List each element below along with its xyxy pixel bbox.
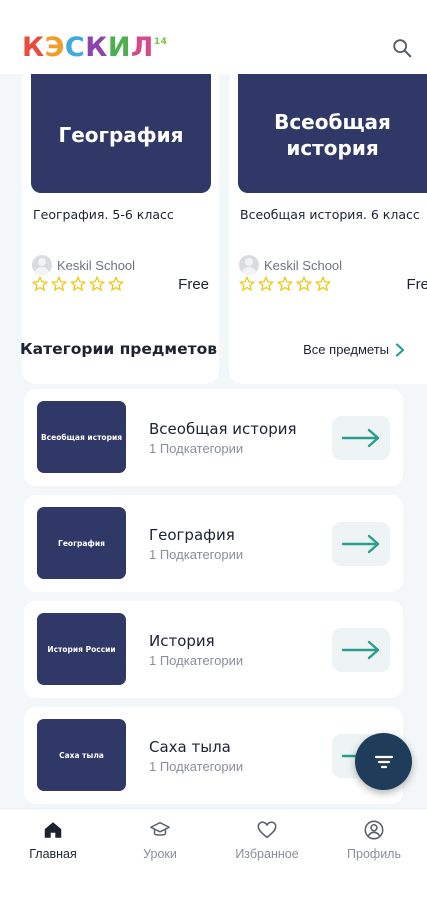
logo-letter: И [107, 32, 131, 63]
app-logo[interactable]: КЭСКИЛ14 [22, 33, 167, 63]
home-icon [44, 822, 62, 838]
logo-letter: Л [130, 32, 154, 63]
open-category-button[interactable] [332, 522, 390, 566]
course-author: Keskil School [32, 255, 135, 275]
star-icon [89, 276, 105, 292]
course-card[interactable]: Всеобщая история Всеобщая история. 6 кла… [229, 74, 427, 384]
category-thumbnail: Всеобщая история [37, 401, 126, 473]
category-subcount: 1 Подкатегории [149, 547, 244, 562]
category-subcount: 1 Подкатегории [149, 441, 244, 456]
nav-item-profile[interactable]: Профиль [324, 819, 424, 861]
course-thumbnail: Всеобщая история [238, 74, 427, 193]
open-category-button[interactable] [332, 628, 390, 672]
star-icon [315, 276, 331, 292]
logo-letter: Э [44, 32, 65, 63]
category-thumbnail: История России [37, 613, 126, 685]
categories-title: Категории предметов [20, 340, 218, 358]
star-icon [70, 276, 86, 292]
course-author: Keskil School [239, 255, 342, 275]
rating-stars [239, 276, 331, 292]
nav-label: Главная [29, 847, 77, 861]
category-name: Саха тыла [149, 738, 231, 756]
course-price: Fre [406, 276, 427, 293]
heart-icon [257, 821, 277, 839]
course-price: Free [178, 276, 209, 293]
nav-item-home[interactable]: Главная [3, 819, 103, 861]
category-name: История [149, 632, 215, 650]
all-subjects-link[interactable]: Все предметы [303, 342, 405, 357]
star-icon [108, 276, 124, 292]
author-name: Keskil School [57, 257, 136, 273]
course-title: Всеобщая история. 6 класс [240, 207, 420, 222]
course-card[interactable]: География География. 5-6 класс Keskil Sc… [22, 74, 219, 384]
arrow-right-icon [341, 428, 380, 448]
nav-label: Профиль [347, 847, 401, 861]
category-card[interactable]: География География 1 Подкатегории [24, 495, 403, 592]
filter-button[interactable] [355, 733, 412, 790]
category-card[interactable]: История России История 1 Подкатегории [24, 601, 403, 698]
home-scroll-area[interactable]: География География. 5-6 класс Keskil Sc… [0, 74, 427, 808]
nav-item-lessons[interactable]: Уроки [110, 819, 210, 861]
category-thumbnail: Саха тыла [37, 719, 126, 791]
arrow-right-icon [341, 534, 380, 554]
category-name: География [149, 526, 235, 544]
all-subjects-label: Все предметы [303, 342, 389, 357]
rating-stars [32, 276, 124, 292]
category-subcount: 1 Подкатегории [149, 653, 244, 668]
app-header: КЭСКИЛ14 [0, 0, 427, 74]
profile-icon [364, 820, 384, 840]
category-name: Всеобщая история [149, 420, 297, 438]
star-icon [51, 276, 67, 292]
star-icon [258, 276, 274, 292]
category-card[interactable]: Всеобщая история Всеобщая история 1 Подк… [24, 389, 403, 486]
chevron-right-icon [395, 342, 405, 357]
category-subcount: 1 Подкатегории [149, 759, 244, 774]
nav-label: Уроки [143, 847, 177, 861]
star-icon [32, 276, 48, 292]
course-title: География. 5-6 класс [33, 207, 174, 222]
bottom-navigation: Главная Уроки Избранное Профиль [0, 808, 427, 900]
nav-label: Избранное [235, 847, 299, 861]
author-name: Keskil School [264, 257, 343, 273]
star-icon [277, 276, 293, 292]
course-thumbnail: География [31, 74, 211, 193]
nav-item-favorites[interactable]: Избранное [217, 819, 317, 861]
search-icon[interactable] [391, 37, 413, 59]
category-thumbnail: География [37, 507, 126, 579]
filter-icon [374, 755, 393, 768]
graduation-cap-icon [150, 821, 170, 836]
logo-letter: С [64, 32, 86, 63]
logo-letter: К [22, 32, 45, 63]
logo-letter: К [85, 32, 108, 63]
avatar [32, 255, 52, 275]
star-icon [239, 276, 255, 292]
arrow-right-icon [341, 640, 380, 660]
avatar [239, 255, 259, 275]
category-card[interactable]: Саха тыла Саха тыла 1 Подкатегории [24, 707, 403, 804]
logo-superscript: 14 [153, 37, 168, 47]
star-icon [296, 276, 312, 292]
open-category-button[interactable] [332, 416, 390, 460]
